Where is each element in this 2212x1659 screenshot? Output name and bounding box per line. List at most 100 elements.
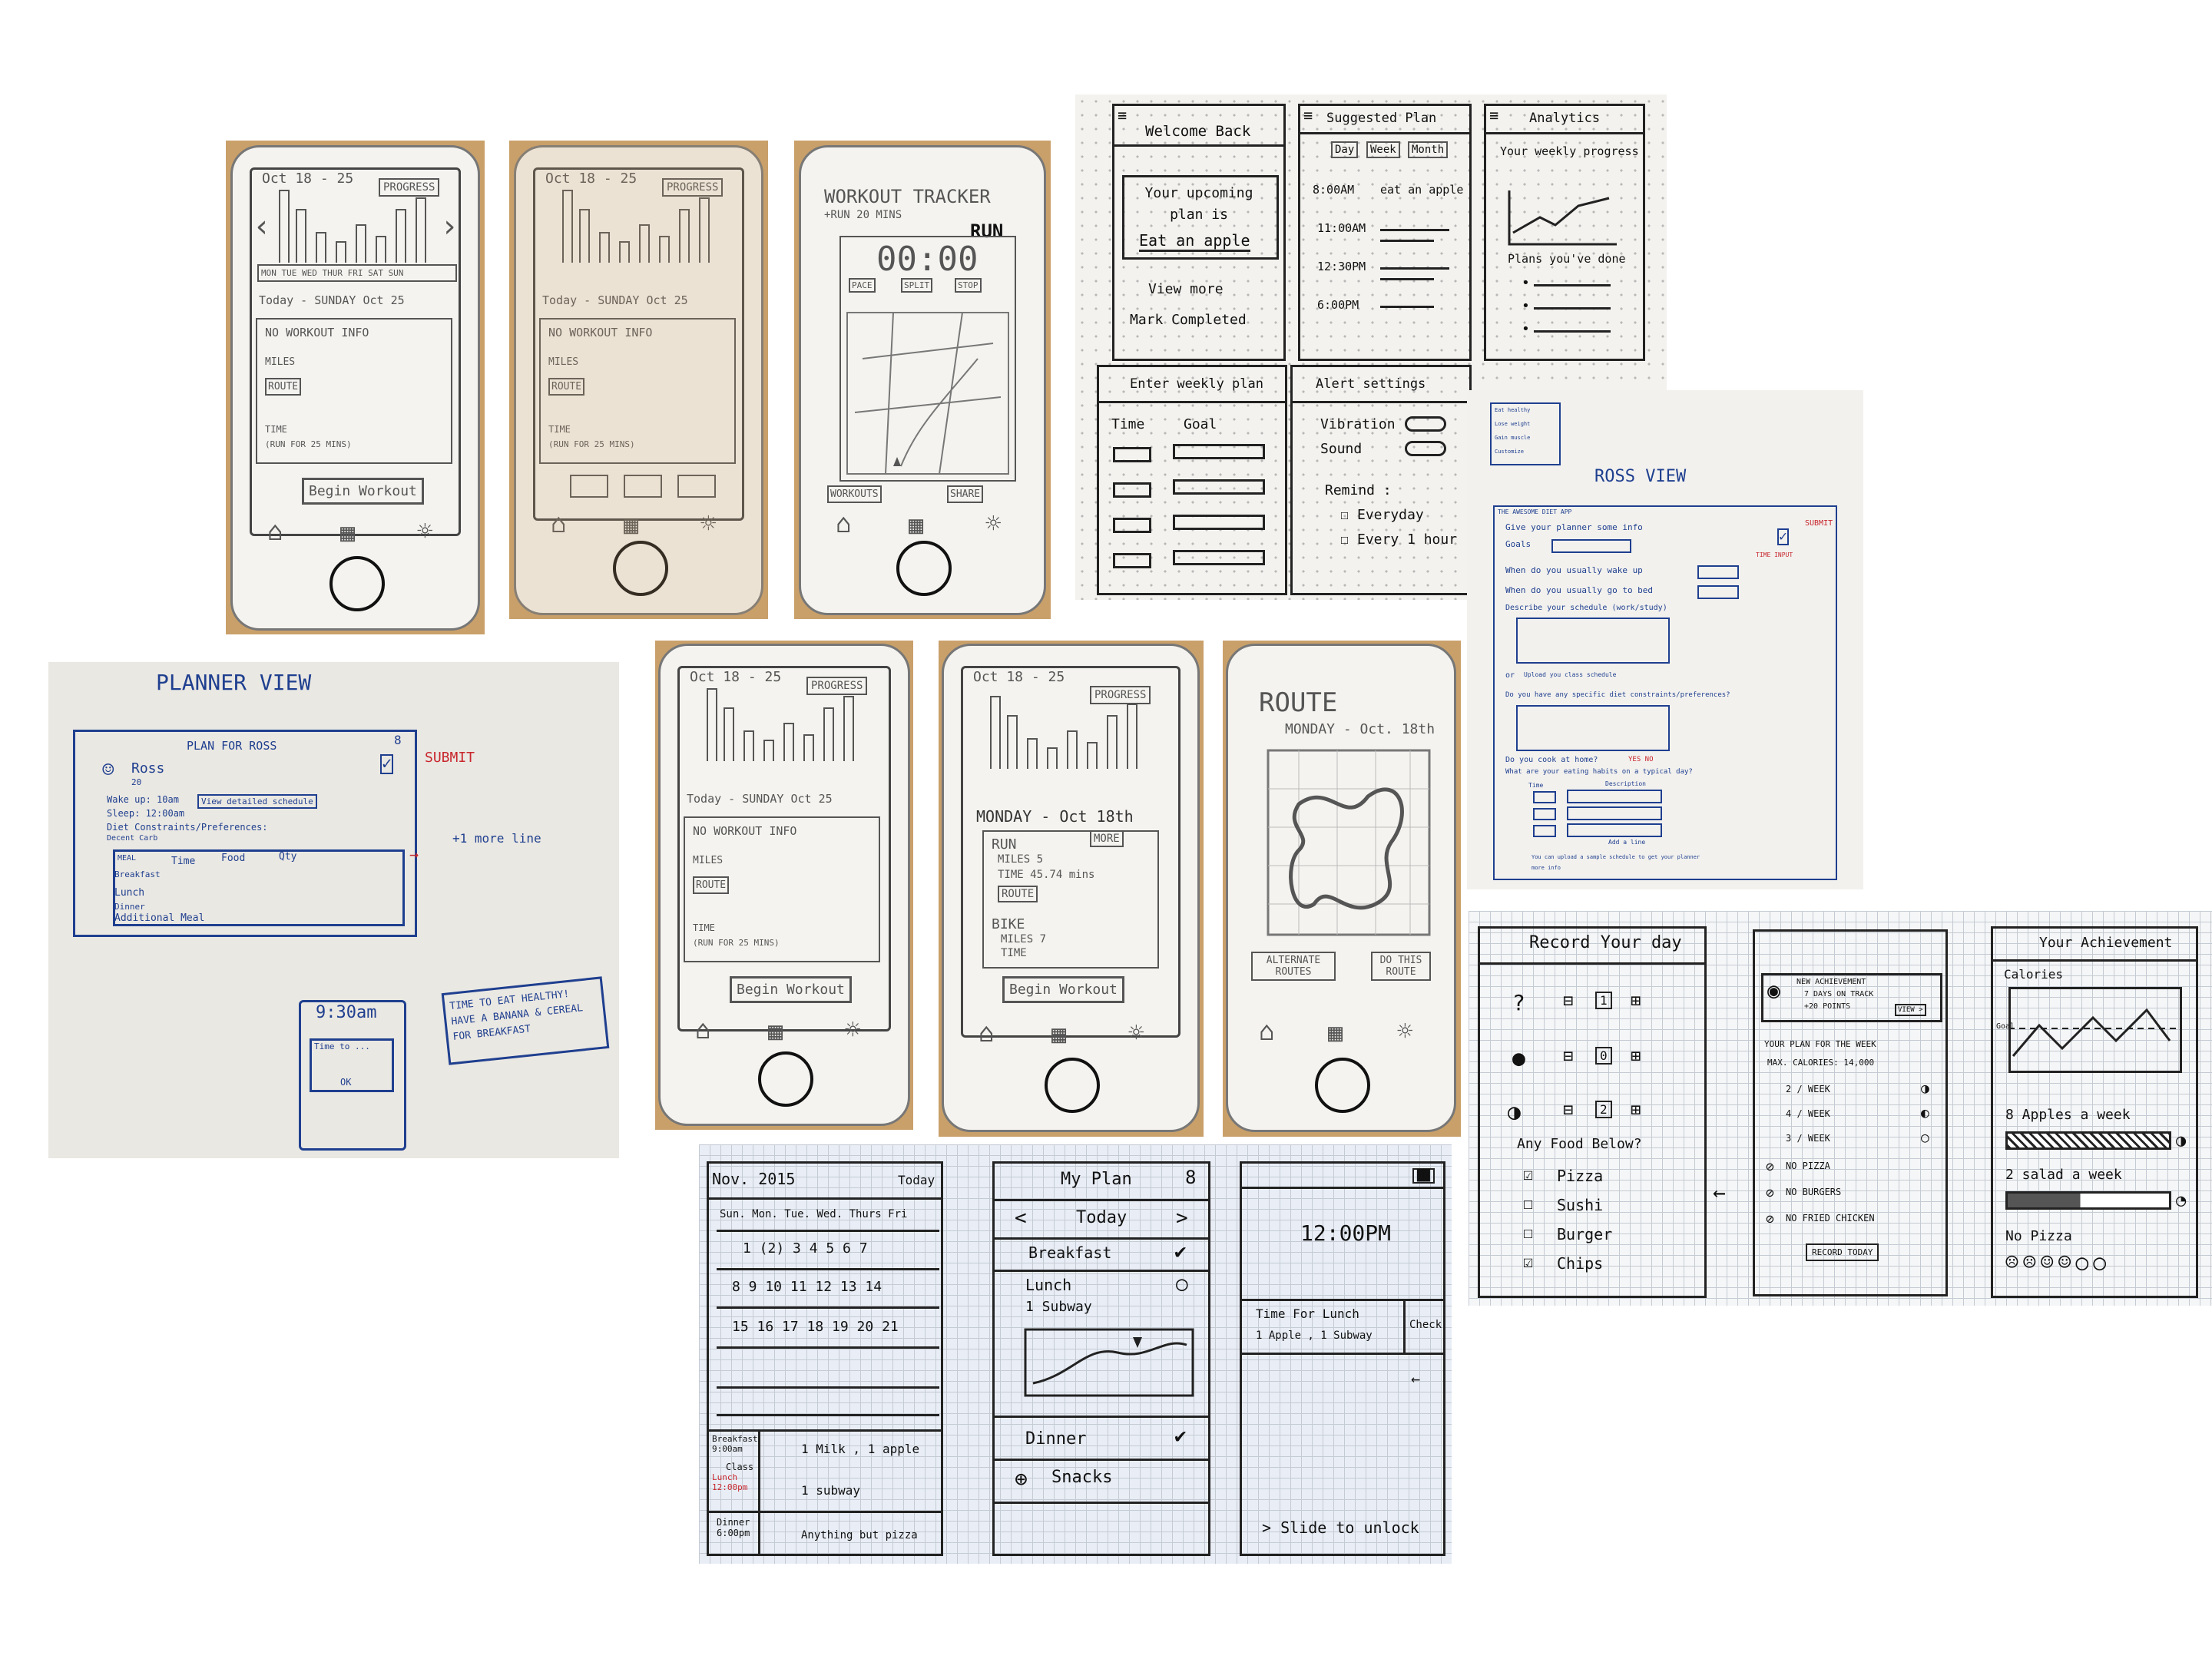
ok-button[interactable]: OK <box>340 1077 351 1088</box>
cook-options[interactable]: YES NO <box>1628 756 1654 763</box>
everyday-checkbox[interactable]: ☐ <box>1340 507 1349 523</box>
goal-input[interactable] <box>1173 515 1265 530</box>
route-button[interactable]: ROUTE <box>265 378 302 396</box>
prev-day-icon[interactable]: < <box>1015 1207 1027 1230</box>
settings-tab-icon[interactable]: ☼ <box>700 508 716 539</box>
settings-tab-icon[interactable]: ☼ <box>845 1015 860 1045</box>
habit-time-input[interactable] <box>1533 791 1556 803</box>
begin-workout-button[interactable]: Begin Workout <box>730 976 852 1003</box>
goals-select[interactable] <box>1551 539 1631 553</box>
every-hour-checkbox[interactable]: ☐ <box>1340 531 1349 548</box>
count-field[interactable]: 1 <box>1595 992 1612 1009</box>
menu-icon[interactable]: ≡ <box>1303 106 1313 124</box>
time-input[interactable] <box>1113 553 1151 568</box>
goal-input[interactable] <box>1173 550 1265 565</box>
count-field[interactable]: 0 <box>1595 1047 1612 1065</box>
menu-icon[interactable]: ≡ <box>1118 106 1127 124</box>
slide-to-unlock[interactable]: > Slide to unlock <box>1262 1518 1419 1537</box>
bed-time-input[interactable] <box>1697 585 1739 599</box>
plus-button[interactable]: ⊞ <box>1631 992 1641 1011</box>
home-button[interactable] <box>1315 1058 1370 1113</box>
check-button[interactable]: Check <box>1409 1319 1442 1331</box>
next-arrow-icon[interactable]: › <box>440 209 459 244</box>
habit-desc-input[interactable] <box>1567 806 1662 820</box>
goal-option[interactable]: Lose weight <box>1495 421 1530 427</box>
goal-option[interactable]: Customize <box>1495 449 1524 455</box>
workouts-button[interactable]: WORKOUTS <box>827 485 882 503</box>
home-button[interactable] <box>612 541 668 596</box>
calendar-tab-icon[interactable]: ▦ <box>1328 1018 1343 1047</box>
plus-button[interactable]: ⊞ <box>1631 1047 1641 1066</box>
habit-time-input[interactable] <box>1533 825 1556 837</box>
chips-checkbox[interactable]: ☑ <box>1523 1253 1533 1272</box>
calendar-tab-icon[interactable]: ▦ <box>340 518 355 547</box>
route-button[interactable]: ROUTE <box>548 378 585 396</box>
calendar-tab-icon[interactable]: ▦ <box>909 510 923 539</box>
share-button[interactable]: SHARE <box>947 485 984 503</box>
route-button[interactable]: ROUTE <box>693 876 730 894</box>
lunch-row[interactable]: Lunch <box>1025 1276 1071 1294</box>
home-tab-icon[interactable]: ⌂ <box>836 508 851 539</box>
stop-button[interactable]: STOP <box>955 278 982 293</box>
breakfast-row[interactable]: Breakfast <box>1028 1243 1111 1262</box>
time-input[interactable] <box>1113 447 1151 462</box>
view-schedule-button[interactable]: View detailed schedule <box>197 794 317 809</box>
tab-week[interactable]: Week <box>1366 141 1400 158</box>
today-button[interactable]: Today <box>898 1173 935 1187</box>
schedule-textarea[interactable] <box>1516 618 1670 664</box>
calendar-row[interactable]: 15 16 17 18 19 20 21 <box>732 1319 899 1335</box>
calendar-row[interactable]: 1 (2) 3 4 5 6 7 <box>743 1240 868 1257</box>
add-meal-button[interactable]: Additional Meal <box>114 912 204 924</box>
minus-button[interactable]: ⊟ <box>1563 1101 1573 1120</box>
option-button[interactable] <box>570 475 608 498</box>
home-tab-icon[interactable]: ⌂ <box>695 1015 710 1045</box>
habit-desc-input[interactable] <box>1567 790 1662 803</box>
record-today-button[interactable]: RECORD TODAY <box>1806 1243 1879 1261</box>
begin-workout-button[interactable]: Begin Workout <box>302 478 424 505</box>
checked-icon[interactable]: ✔ <box>1174 1425 1187 1448</box>
unchecked-icon[interactable]: ○ <box>1176 1273 1188 1296</box>
calendar-tab-icon[interactable]: ▦ <box>624 510 638 539</box>
next-day-icon[interactable]: > <box>1176 1207 1188 1230</box>
dinner-row[interactable]: Dinner <box>1025 1429 1086 1449</box>
minus-button[interactable]: ⊟ <box>1563 1047 1573 1066</box>
tab-month[interactable]: Month <box>1408 141 1449 158</box>
submit-check-icon[interactable]: ✓ <box>380 754 394 774</box>
more-button[interactable]: MORE <box>1090 830 1124 847</box>
option-button[interactable] <box>624 475 662 498</box>
mark-completed-button[interactable]: Mark Completed <box>1130 312 1247 328</box>
sushi-checkbox[interactable]: ☐ <box>1523 1194 1533 1214</box>
pace-button[interactable]: PACE <box>849 278 876 293</box>
do-this-route-button[interactable]: DO THIS ROUTE <box>1371 952 1431 981</box>
wake-time-input[interactable] <box>1697 565 1739 579</box>
tab-day[interactable]: Day <box>1331 141 1359 158</box>
settings-tab-icon[interactable]: ☼ <box>417 516 432 547</box>
minus-button[interactable]: ⊟ <box>1563 992 1573 1011</box>
pizza-checkbox[interactable]: ☑ <box>1523 1165 1533 1184</box>
home-tab-icon[interactable]: ⌂ <box>267 516 283 547</box>
home-button[interactable] <box>1045 1058 1100 1113</box>
settings-tab-icon[interactable]: ☼ <box>985 508 1001 539</box>
settings-tab-icon[interactable]: ☼ <box>1128 1018 1144 1048</box>
checked-icon[interactable]: ✔ <box>1174 1240 1187 1263</box>
alternate-routes-button[interactable]: ALTERNATE ROUTES <box>1251 952 1336 981</box>
habit-time-input[interactable] <box>1533 808 1556 820</box>
goal-option[interactable]: Eat healthy <box>1495 407 1530 413</box>
snacks-row[interactable]: Snacks <box>1051 1468 1112 1487</box>
option-button[interactable] <box>677 475 716 498</box>
close-icon[interactable]: 8 <box>394 733 402 747</box>
home-button[interactable] <box>329 556 385 611</box>
home-tab-icon[interactable]: ⌂ <box>551 508 566 539</box>
prev-arrow-icon[interactable]: ‹ <box>253 209 271 244</box>
goal-input[interactable] <box>1173 479 1265 495</box>
view-more-link[interactable]: View more <box>1148 281 1224 297</box>
count-field[interactable]: 2 <box>1595 1101 1612 1118</box>
menu-icon[interactable]: 8 <box>1185 1167 1196 1188</box>
submit-check-icon[interactable]: ✓ <box>1777 528 1789 545</box>
menu-icon[interactable]: ≡ <box>1489 106 1498 124</box>
calendar-tab-icon[interactable]: ▦ <box>768 1016 783 1045</box>
time-input[interactable] <box>1113 518 1151 533</box>
plus-button[interactable]: ⊞ <box>1631 1101 1641 1120</box>
time-input[interactable] <box>1113 482 1151 498</box>
calendar-tab-icon[interactable]: ▦ <box>1051 1019 1066 1048</box>
